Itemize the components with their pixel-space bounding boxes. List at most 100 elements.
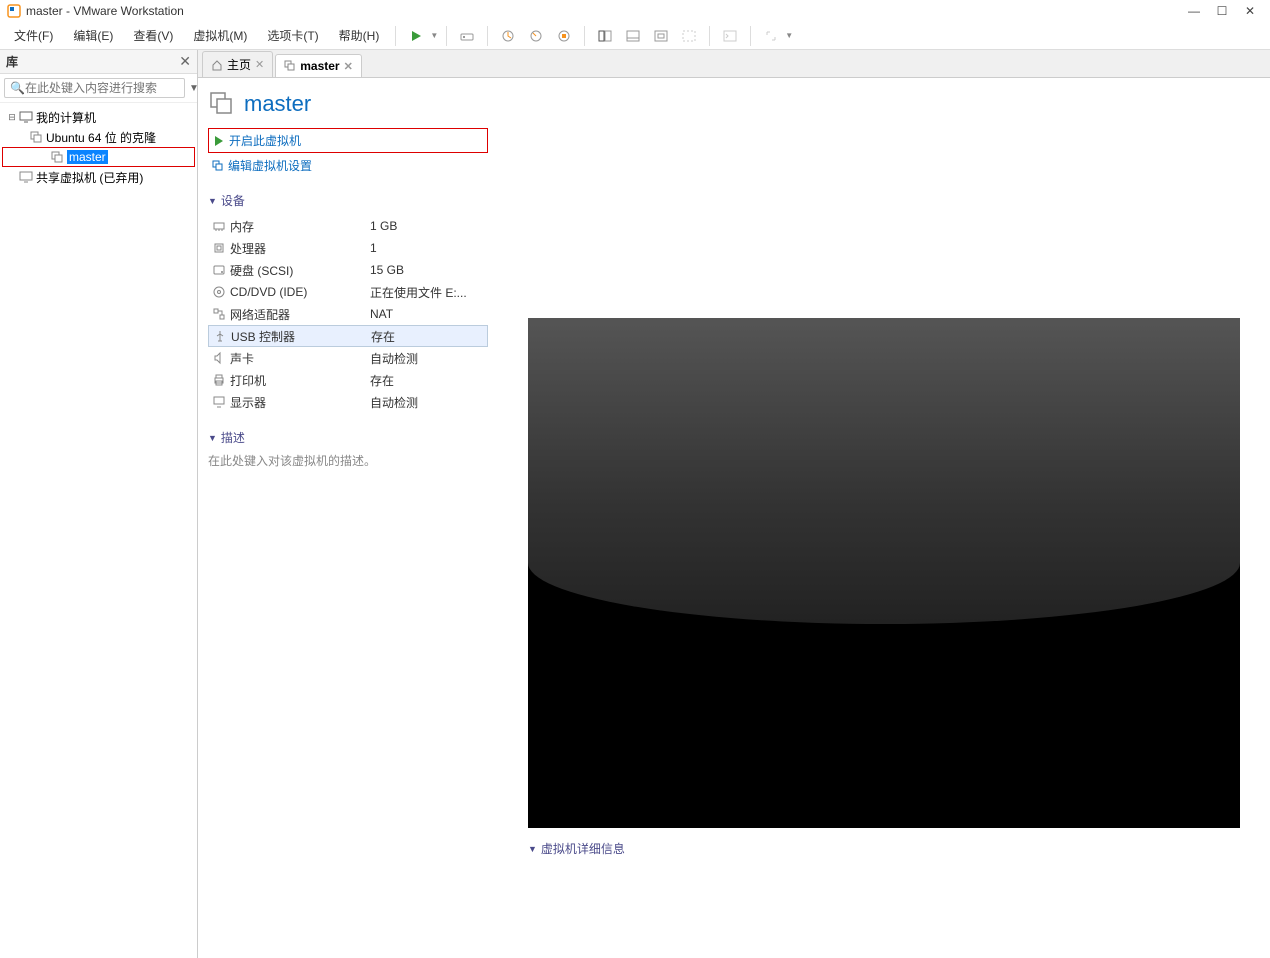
device-value: 存在 — [370, 372, 394, 389]
play-icon[interactable] — [404, 24, 428, 48]
device-name: 内存 — [230, 218, 370, 235]
titlebar: master - VMware Workstation — ☐ ✕ — [0, 0, 1270, 22]
device-processor[interactable]: 处理器 1 — [208, 237, 488, 259]
device-harddisk[interactable]: 硬盘 (SCSI) 15 GB — [208, 259, 488, 281]
device-name: 处理器 — [230, 240, 370, 257]
device-value: 1 GB — [370, 219, 397, 233]
send-ctrl-alt-del-icon[interactable] — [455, 24, 479, 48]
device-value: 存在 — [371, 328, 395, 345]
console-icon[interactable] — [718, 24, 742, 48]
device-name: 硬盘 (SCSI) — [230, 262, 370, 279]
collapse-icon[interactable]: ⊟ — [6, 112, 18, 123]
device-name: CD/DVD (IDE) — [230, 285, 370, 299]
close-button[interactable]: ✕ — [1236, 1, 1264, 21]
tree-item-ubuntu-clone[interactable]: Ubuntu 64 位 的克隆 — [2, 127, 195, 147]
tree-label: 共享虚拟机 (已弃用) — [36, 169, 143, 186]
device-value: 自动检测 — [370, 394, 418, 411]
menu-help[interactable]: 帮助(H) — [331, 23, 388, 48]
content-area: 主页 ✕ master ✕ master 开启此虚拟机 — [198, 50, 1270, 958]
disclosure-down-icon: ▼ — [208, 433, 217, 443]
vm-details-panel: master 开启此虚拟机 编辑虚拟机设置 ▼ 设备 内存 1 GB — [198, 78, 498, 958]
device-name: 网络适配器 — [230, 306, 370, 323]
tree-shared-vms[interactable]: 共享虚拟机 (已弃用) — [2, 167, 195, 187]
tree-item-master[interactable]: master — [2, 147, 195, 167]
fullscreen-icon[interactable] — [649, 24, 673, 48]
shared-icon — [18, 169, 34, 185]
vm-large-icon — [208, 90, 236, 118]
play-dropdown[interactable]: ▼ — [430, 31, 438, 40]
tree-root-mycomputer[interactable]: ⊟ 我的计算机 — [2, 107, 195, 127]
menu-file[interactable]: 文件(F) — [6, 23, 61, 48]
device-name: 打印机 — [230, 372, 370, 389]
search-icon: 🔍 — [10, 81, 25, 95]
section-title: 虚拟机详细信息 — [541, 840, 625, 857]
menu-vm[interactable]: 虚拟机(M) — [185, 23, 255, 48]
section-title: 设备 — [221, 192, 245, 209]
tab-label: 主页 — [227, 56, 251, 73]
device-network[interactable]: 网络适配器 NAT — [208, 303, 488, 325]
menu-edit[interactable]: 编辑(E) — [65, 23, 121, 48]
unity-icon[interactable] — [677, 24, 701, 48]
window-title: master - VMware Workstation — [26, 4, 184, 18]
device-memory[interactable]: 内存 1 GB — [208, 215, 488, 237]
play-icon — [213, 135, 225, 147]
search-dropdown-icon[interactable]: ▼ — [189, 83, 199, 94]
description-section-header[interactable]: ▼ 描述 — [208, 429, 488, 446]
disk-icon — [212, 263, 230, 277]
vm-preview-thumbnail[interactable] — [528, 318, 1240, 828]
close-tab-icon[interactable]: ✕ — [255, 58, 264, 71]
device-cddvd[interactable]: CD/DVD (IDE) 正在使用文件 E:... — [208, 281, 488, 303]
tree-label: master — [67, 150, 108, 164]
disclosure-down-icon: ▼ — [208, 196, 217, 206]
device-display[interactable]: 显示器 自动检测 — [208, 391, 488, 413]
settings-icon — [212, 160, 224, 172]
sidebar-header: 库 ✕ — [0, 50, 197, 74]
minimize-button[interactable]: — — [1180, 1, 1208, 21]
snapshot-revert-icon[interactable] — [524, 24, 548, 48]
single-view-icon[interactable] — [621, 24, 645, 48]
close-tab-icon[interactable]: ✕ — [344, 60, 353, 73]
devices-section-header[interactable]: ▼ 设备 — [208, 192, 488, 209]
device-name: USB 控制器 — [231, 328, 371, 345]
thumbnail-view-icon[interactable] — [593, 24, 617, 48]
menubar: 文件(F) 编辑(E) 查看(V) 虚拟机(M) 选项卡(T) 帮助(H) ▼ … — [0, 22, 1270, 50]
edit-vm-settings-button[interactable]: 编辑虚拟机设置 — [208, 155, 488, 176]
snapshot-icon[interactable] — [496, 24, 520, 48]
menu-tabs[interactable]: 选项卡(T) — [259, 23, 326, 48]
stretch-icon[interactable] — [759, 24, 783, 48]
device-value: 正在使用文件 E:... — [370, 284, 467, 301]
tree-label: Ubuntu 64 位 的克隆 — [46, 129, 156, 146]
device-value: 自动检测 — [370, 350, 418, 367]
snapshot-manager-icon[interactable] — [552, 24, 576, 48]
cpu-icon — [212, 241, 230, 255]
vm-details-section-header[interactable]: ▼ 虚拟机详细信息 — [528, 840, 1240, 857]
home-icon — [211, 59, 223, 71]
device-printer[interactable]: 打印机 存在 — [208, 369, 488, 391]
display-icon — [212, 395, 230, 409]
description-placeholder[interactable]: 在此处键入对该虚拟机的描述。 — [208, 452, 488, 469]
library-tree: ⊟ 我的计算机 Ubuntu 64 位 的克隆 master 共享虚拟机 (已弃… — [0, 103, 197, 191]
action-label: 编辑虚拟机设置 — [228, 157, 312, 174]
computer-icon — [18, 109, 34, 125]
network-icon — [212, 307, 230, 321]
tab-master[interactable]: master ✕ — [275, 54, 362, 77]
tab-label: master — [300, 59, 339, 73]
device-usb[interactable]: USB 控制器 存在 — [208, 325, 488, 347]
search-input[interactable] — [4, 78, 185, 98]
sidebar-close-icon[interactable]: ✕ — [179, 53, 191, 70]
tab-home[interactable]: 主页 ✕ — [202, 51, 273, 77]
maximize-button[interactable]: ☐ — [1208, 1, 1236, 21]
vm-icon — [28, 129, 44, 145]
stretch-dropdown[interactable]: ▼ — [785, 31, 793, 40]
tree-label: 我的计算机 — [36, 109, 96, 126]
sidebar: 库 ✕ 🔍 ▼ ⊟ 我的计算机 Ubuntu 64 位 的克隆 master — [0, 50, 198, 958]
power-on-vm-button[interactable]: 开启此虚拟机 — [208, 128, 488, 153]
disclosure-down-icon: ▼ — [528, 844, 537, 854]
tabbar: 主页 ✕ master ✕ — [198, 50, 1270, 78]
menu-view[interactable]: 查看(V) — [125, 23, 181, 48]
vm-name-heading: master — [244, 91, 311, 117]
device-value: NAT — [370, 307, 393, 321]
device-sound[interactable]: 声卡 自动检测 — [208, 347, 488, 369]
cd-icon — [212, 285, 230, 299]
app-icon — [6, 3, 22, 19]
